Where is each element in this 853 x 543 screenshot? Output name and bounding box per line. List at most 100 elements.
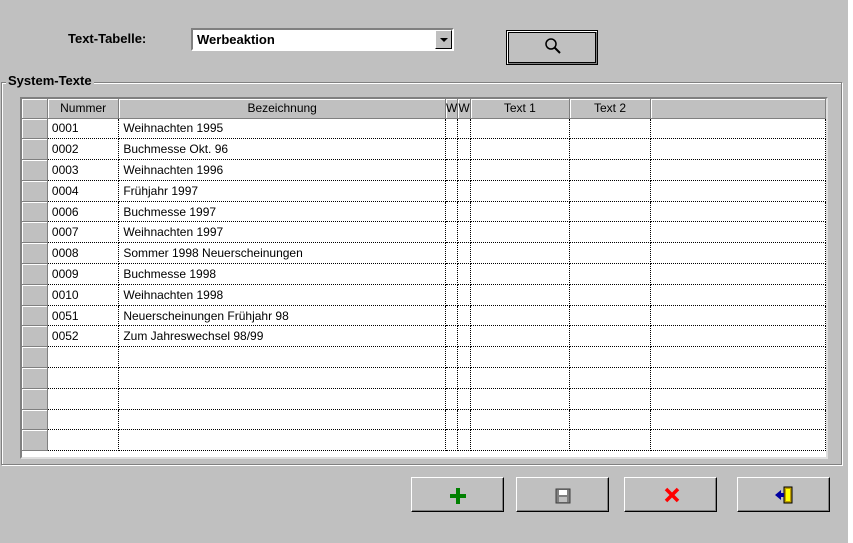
cell-nummer[interactable]: 0008 xyxy=(47,242,120,265)
cell-w2[interactable] xyxy=(457,409,471,431)
table-row[interactable] xyxy=(22,346,826,369)
cell-nummer[interactable]: 0002 xyxy=(47,138,120,161)
cell-nummer[interactable]: 0009 xyxy=(47,263,120,285)
cell-text2[interactable] xyxy=(569,367,651,389)
cell-w1[interactable] xyxy=(445,138,459,161)
cell-nummer[interactable]: 0051 xyxy=(47,305,120,327)
save-button[interactable] xyxy=(516,477,609,512)
row-selector[interactable] xyxy=(22,346,48,369)
cell-extra[interactable] xyxy=(650,118,826,140)
cell-bezeichnung[interactable]: Buchmesse Okt. 96 xyxy=(118,138,446,161)
cell-extra[interactable] xyxy=(650,346,826,369)
cell-text1[interactable] xyxy=(470,180,571,202)
cell-bezeichnung[interactable]: Zum Jahreswechsel 98/99 xyxy=(118,325,446,348)
cell-w1[interactable] xyxy=(445,325,459,348)
cell-extra[interactable] xyxy=(650,221,826,244)
cell-text1[interactable] xyxy=(470,284,571,306)
cell-text2[interactable] xyxy=(569,159,651,181)
cell-extra[interactable] xyxy=(650,367,826,389)
cell-text2[interactable] xyxy=(569,263,651,285)
chevron-down-icon[interactable] xyxy=(435,30,452,49)
row-selector[interactable] xyxy=(22,429,48,452)
table-row[interactable]: 0008 Sommer 1998 Neuerscheinungen xyxy=(22,242,826,265)
cell-w1[interactable] xyxy=(445,201,459,223)
cell-nummer[interactable] xyxy=(47,388,120,410)
cell-bezeichnung[interactable]: Buchmesse 1997 xyxy=(118,201,446,223)
cell-extra[interactable] xyxy=(650,138,826,161)
cell-extra[interactable] xyxy=(650,180,826,202)
cell-text1[interactable] xyxy=(470,138,571,161)
cell-w2[interactable] xyxy=(457,159,471,181)
search-button[interactable] xyxy=(506,30,598,65)
cell-text2[interactable] xyxy=(569,388,651,410)
cell-w2[interactable] xyxy=(457,138,471,161)
cell-w2[interactable] xyxy=(457,367,471,389)
column-header-w1[interactable]: W xyxy=(445,99,459,119)
cell-nummer[interactable] xyxy=(47,409,120,431)
cell-nummer[interactable]: 0007 xyxy=(47,221,120,244)
table-row[interactable]: 0051 Neuerscheinungen Frühjahr 98 xyxy=(22,305,826,327)
row-selector[interactable] xyxy=(22,305,48,327)
table-row[interactable]: 0003 Weihnachten 1996 xyxy=(22,159,826,181)
cell-extra[interactable] xyxy=(650,388,826,410)
cell-text2[interactable] xyxy=(569,429,651,452)
row-selector[interactable] xyxy=(22,138,48,161)
cell-nummer[interactable]: 0010 xyxy=(47,284,120,306)
row-selector[interactable] xyxy=(22,284,48,306)
table-row[interactable]: 0002 Buchmesse Okt. 96 xyxy=(22,138,826,161)
cell-bezeichnung[interactable]: Weihnachten 1997 xyxy=(118,221,446,244)
cell-text2[interactable] xyxy=(569,138,651,161)
cell-nummer[interactable] xyxy=(47,346,120,369)
cell-bezeichnung[interactable]: Buchmesse 1998 xyxy=(118,263,446,285)
table-row[interactable]: 0052 Zum Jahreswechsel 98/99 xyxy=(22,325,826,348)
cell-text1[interactable] xyxy=(470,221,571,244)
column-header-bezeichnung[interactable]: Bezeichnung xyxy=(118,99,446,119)
cell-text2[interactable] xyxy=(569,180,651,202)
cell-bezeichnung[interactable]: Neuerscheinungen Frühjahr 98 xyxy=(118,305,446,327)
table-row[interactable]: 0010 Weihnachten 1998 xyxy=(22,284,826,306)
cell-w1[interactable] xyxy=(445,367,459,389)
row-selector[interactable] xyxy=(22,159,48,181)
cell-w1[interactable] xyxy=(445,409,459,431)
cell-text2[interactable] xyxy=(569,305,651,327)
cell-extra[interactable] xyxy=(650,429,826,452)
cell-w1[interactable] xyxy=(445,388,459,410)
row-selector[interactable] xyxy=(22,180,48,202)
table-row[interactable]: 0006 Buchmesse 1997 xyxy=(22,201,826,223)
cell-text1[interactable] xyxy=(470,346,571,369)
row-selector[interactable] xyxy=(22,201,48,223)
cell-nummer[interactable] xyxy=(47,429,120,452)
table-row[interactable] xyxy=(22,429,826,452)
cell-extra[interactable] xyxy=(650,242,826,265)
cell-w2[interactable] xyxy=(457,388,471,410)
cell-text1[interactable] xyxy=(470,325,571,348)
cell-w1[interactable] xyxy=(445,284,459,306)
cell-w2[interactable] xyxy=(457,201,471,223)
column-header-extra[interactable] xyxy=(650,99,826,119)
text-tabelle-combo[interactable]: Werbeaktion xyxy=(191,28,454,51)
column-header-w2[interactable]: W xyxy=(457,99,471,119)
cell-bezeichnung[interactable]: Weihnachten 1995 xyxy=(118,118,446,140)
cell-text1[interactable] xyxy=(470,367,571,389)
cell-bezeichnung[interactable] xyxy=(118,388,446,410)
cell-text1[interactable] xyxy=(470,388,571,410)
table-row[interactable] xyxy=(22,409,826,431)
cell-text1[interactable] xyxy=(470,159,571,181)
cell-text2[interactable] xyxy=(569,242,651,265)
cell-bezeichnung[interactable] xyxy=(118,409,446,431)
cell-bezeichnung[interactable]: Weihnachten 1998 xyxy=(118,284,446,306)
cell-text2[interactable] xyxy=(569,325,651,348)
cell-w2[interactable] xyxy=(457,325,471,348)
cell-w2[interactable] xyxy=(457,346,471,369)
cell-bezeichnung[interactable]: Sommer 1998 Neuerscheinungen xyxy=(118,242,446,265)
table-row[interactable]: 0007 Weihnachten 1997 xyxy=(22,221,826,244)
row-selector[interactable] xyxy=(22,367,48,389)
row-selector[interactable] xyxy=(22,409,48,431)
cell-bezeichnung[interactable]: Weihnachten 1996 xyxy=(118,159,446,181)
cell-w1[interactable] xyxy=(445,180,459,202)
cell-w2[interactable] xyxy=(457,263,471,285)
cell-w1[interactable] xyxy=(445,305,459,327)
cell-extra[interactable] xyxy=(650,325,826,348)
cell-text2[interactable] xyxy=(569,284,651,306)
table-row[interactable] xyxy=(22,388,826,410)
